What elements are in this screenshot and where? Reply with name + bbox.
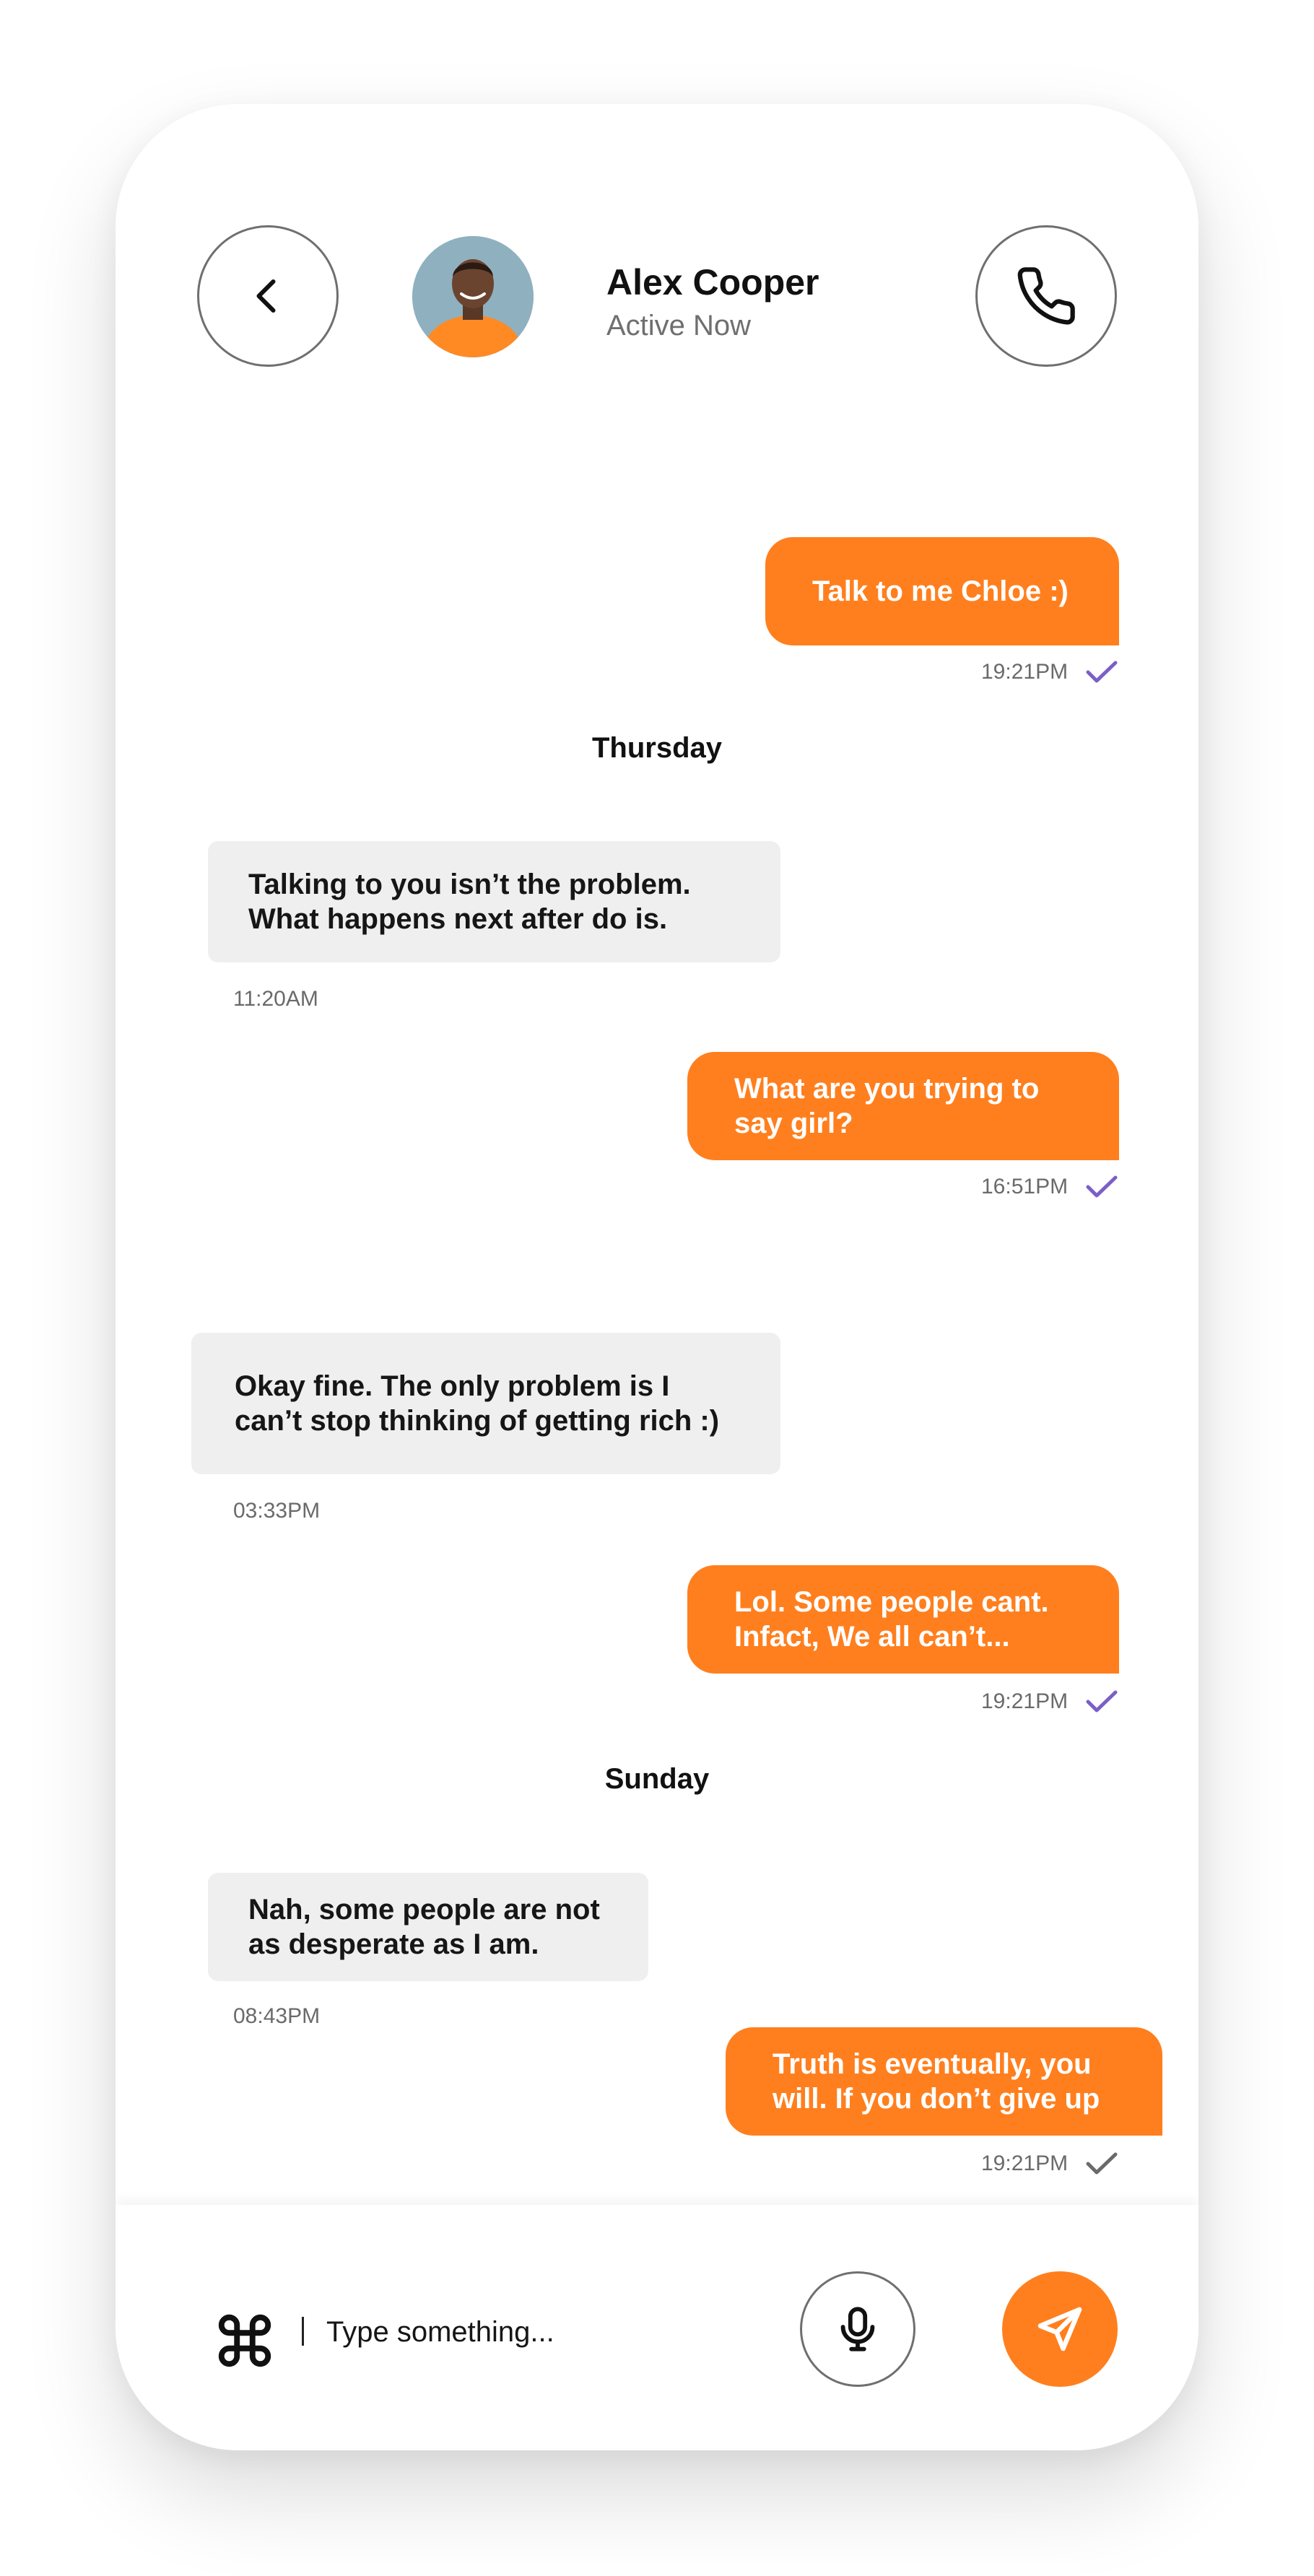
phone-frame: Alex Cooper Active Now Talk to me Chloe … (116, 104, 1198, 2450)
chevron-left-icon (256, 279, 276, 313)
avatar[interactable] (412, 236, 534, 357)
message-text: Truth is eventually, you will. If you do… (773, 2048, 1100, 2115)
message-bubble-outgoing[interactable]: Lol. Some people cant. Infact, We all ca… (687, 1565, 1119, 1674)
message-bubble-outgoing[interactable]: What are you trying to say girl? (687, 1052, 1119, 1160)
message-text: Lol. Some people cant. Infact, We all ca… (734, 1586, 1049, 1653)
read-check-icon (1086, 1690, 1118, 1713)
message-input[interactable] (325, 2306, 732, 2358)
message-bubble-incoming[interactable]: Talking to you isn’t the problem. What h… (208, 841, 780, 962)
command-icon[interactable] (214, 2310, 276, 2372)
day-divider: Sunday (604, 1763, 710, 1795)
message-time: 08:43PM (233, 2004, 321, 2028)
contact-name: Alex Cooper (606, 262, 819, 303)
message-text: Talking to you isn’t the problem. What h… (248, 869, 691, 935)
contact-status: Active Now (606, 310, 752, 341)
send-icon (1037, 2307, 1082, 2351)
message-time: 19:21PM (981, 660, 1069, 684)
message-time: 16:51PM (981, 1175, 1069, 1198)
phone-icon (1017, 267, 1075, 325)
read-check-icon (1086, 1175, 1118, 1198)
message-composer (116, 2205, 1198, 2450)
day-divider: Thursday (591, 732, 723, 764)
send-button[interactable] (1002, 2271, 1118, 2387)
message-time: 19:21PM (981, 1689, 1069, 1713)
message-time: 19:21PM (981, 2151, 1069, 2175)
message-text: Talk to me Chloe :) (812, 575, 1069, 607)
microphone-icon (840, 2307, 875, 2351)
call-button[interactable] (975, 225, 1117, 367)
message-bubble-incoming[interactable]: Nah, some people are not as desperate as… (208, 1873, 648, 1981)
sent-check-icon (1086, 2152, 1118, 2175)
message-bubble-outgoing[interactable]: Truth is eventually, you will. If you do… (726, 2027, 1162, 2136)
microphone-button[interactable] (800, 2271, 915, 2387)
message-bubble-incoming[interactable]: Okay fine. The only problem is I can’t s… (191, 1333, 780, 1474)
message-bubble-outgoing[interactable]: Talk to me Chloe :) (765, 537, 1119, 645)
message-text: Okay fine. The only problem is I can’t s… (235, 1370, 720, 1437)
text-caret (302, 2317, 304, 2346)
message-text: What are you trying to say girl? (734, 1073, 1040, 1139)
message-time: 11:20AM (233, 987, 318, 1011)
read-check-icon (1086, 661, 1118, 683)
message-text: Nah, some people are not as desperate as… (248, 1894, 600, 1960)
message-time: 03:33PM (233, 1499, 321, 1523)
back-button[interactable] (197, 225, 339, 367)
avatar-image (412, 236, 534, 357)
